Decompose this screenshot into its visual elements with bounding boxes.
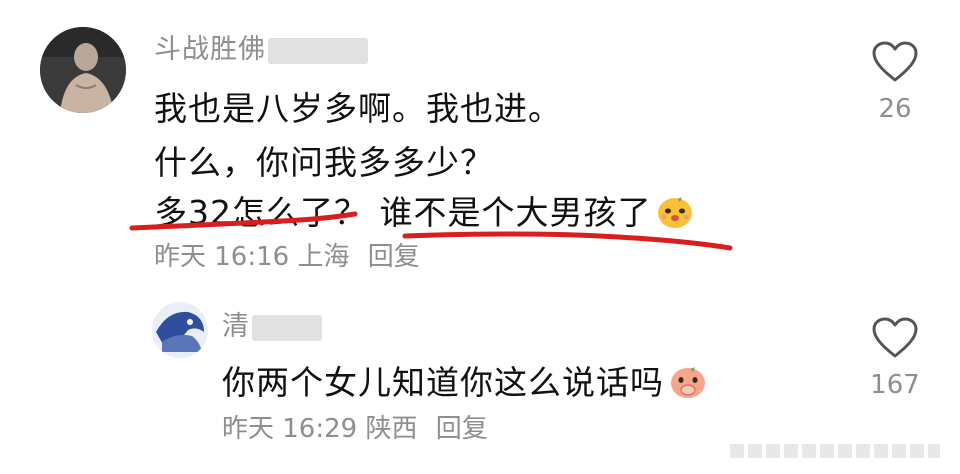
comment-text: 多32怎么了？ 谁不是个大男孩了 bbox=[154, 193, 652, 232]
comment-meta: 昨天 16:16 上海 回复 bbox=[154, 236, 420, 273]
avatar-image bbox=[40, 27, 126, 113]
comment-text: 你两个女儿知道你这么说话吗 bbox=[222, 363, 664, 402]
comment-location: 上海 bbox=[297, 242, 350, 272]
covering-mouth-emoji bbox=[668, 360, 708, 408]
like-button[interactable]: 26 bbox=[865, 40, 925, 124]
like-button[interactable]: 167 bbox=[865, 316, 925, 400]
like-count: 167 bbox=[870, 370, 920, 400]
sly-face-emoji bbox=[655, 190, 695, 238]
username[interactable]: 清 bbox=[222, 304, 322, 343]
comment-text-line: 你两个女儿知道你这么说话吗 bbox=[222, 356, 708, 408]
comment-time: 昨天 16:29 bbox=[222, 414, 358, 444]
comment-text-line: 多32怎么了？ 谁不是个大男孩了 bbox=[154, 186, 695, 238]
redacted-blur bbox=[252, 314, 322, 341]
comment-text-line: 什么，你问我多多少？ bbox=[154, 143, 494, 182]
avatar-image bbox=[152, 302, 208, 358]
comment-location: 陕西 bbox=[365, 414, 418, 444]
comments-screen: { "comments": [ { "username": "斗战胜佛", "l… bbox=[0, 0, 960, 474]
comment-meta: 昨天 16:29 陕西 回复 bbox=[222, 408, 488, 445]
avatar[interactable] bbox=[40, 27, 126, 113]
comment-text-line: 我也是八岁多啊。我也进。 bbox=[154, 89, 562, 128]
username[interactable]: 斗战胜佛 bbox=[154, 27, 368, 66]
reply-button[interactable]: 回复 bbox=[368, 242, 420, 272]
watermark bbox=[730, 444, 940, 458]
reply-button[interactable]: 回复 bbox=[436, 414, 488, 444]
comment-time: 昨天 16:16 bbox=[154, 242, 290, 272]
like-count: 26 bbox=[878, 94, 912, 124]
heart-outline-icon bbox=[872, 41, 918, 82]
redacted-blur bbox=[268, 37, 368, 64]
heart-outline-icon bbox=[872, 317, 918, 358]
avatar[interactable] bbox=[152, 302, 208, 358]
